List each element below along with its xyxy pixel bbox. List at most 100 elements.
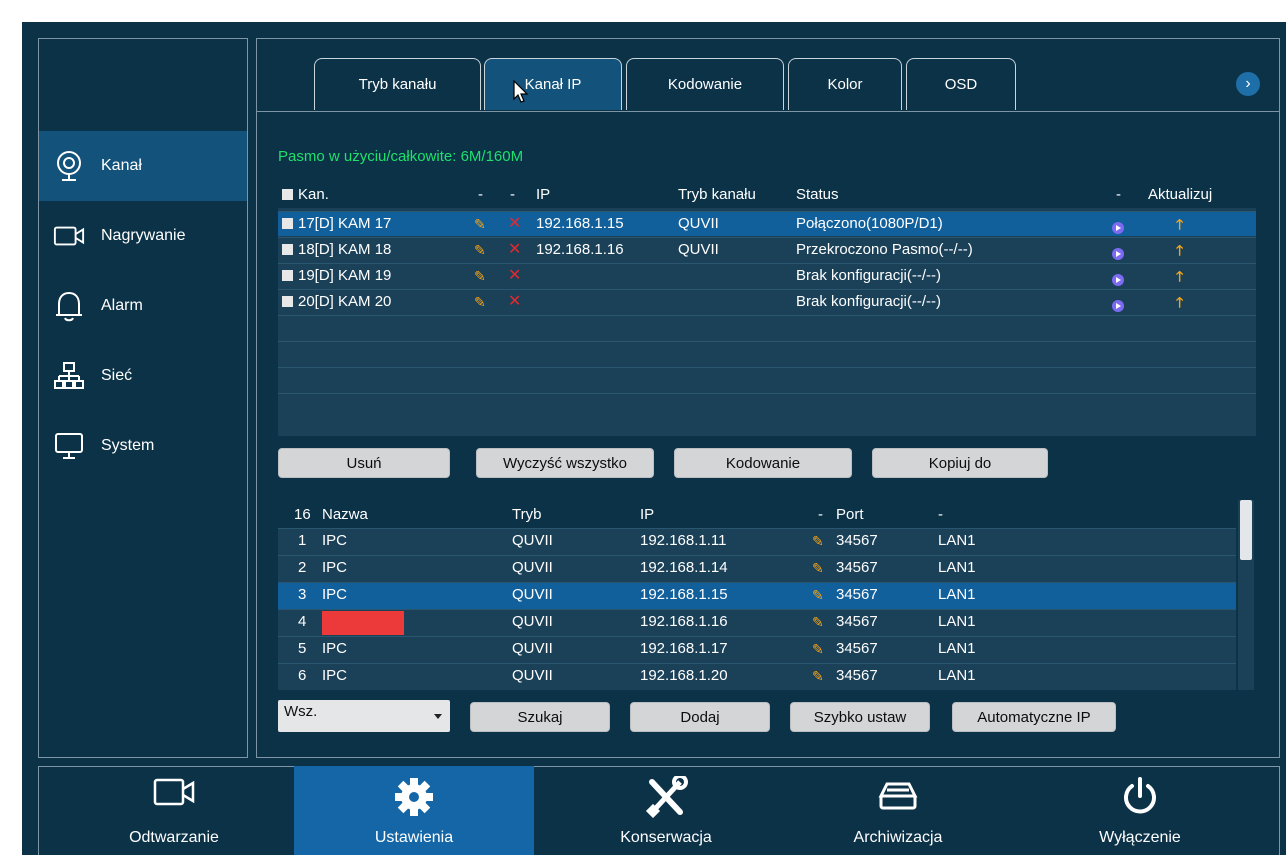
device-table: 16 Nazwa Tryb IP - Port - 1 IPC QUVII 19… xyxy=(278,500,1236,690)
monitor-icon xyxy=(53,430,85,462)
channel-status: Brak konfiguracji(--/--) xyxy=(796,267,942,284)
pencil-icon[interactable]: ✎ xyxy=(812,556,824,581)
tab-kolor[interactable]: Kolor xyxy=(788,58,902,110)
device-name: IPC xyxy=(322,532,348,549)
device-ip: 192.168.1.14 xyxy=(640,559,728,576)
device-port: 34567 xyxy=(836,613,878,630)
empty-row xyxy=(278,367,1256,392)
sidebar-item-label: Alarm xyxy=(101,297,143,314)
header-kan: Kan. xyxy=(282,183,329,207)
filter-dropdown[interactable]: Wsz. xyxy=(278,700,450,732)
mouse-cursor-icon xyxy=(513,80,529,103)
device-net: LAN1 xyxy=(938,586,976,603)
scrollbar-thumb[interactable] xyxy=(1240,500,1252,560)
video-camera-icon xyxy=(54,776,294,816)
sidebar-item-siec[interactable]: Sieć xyxy=(39,341,247,411)
copy-to-button[interactable]: Kopiuj do xyxy=(872,448,1048,478)
table-row[interactable]: 20[D] KAM 20 ✎ ✕ Brak konfiguracji(--/--… xyxy=(278,289,1256,314)
sidebar-item-system[interactable]: System xyxy=(39,411,247,481)
row-index: 5 xyxy=(298,640,307,657)
tab-tryb-kanalu[interactable]: Tryb kanału xyxy=(314,58,481,110)
update-arrow-icon[interactable]: 🡑 xyxy=(1176,290,1183,315)
drive-icon xyxy=(778,776,1018,816)
row-checkbox[interactable] xyxy=(282,270,293,281)
update-arrow-icon[interactable]: 🡑 xyxy=(1176,212,1183,237)
device-ip: 192.168.1.20 xyxy=(640,667,728,684)
header-name: Nazwa xyxy=(322,506,368,523)
delete-x-icon[interactable]: ✕ xyxy=(508,264,521,289)
bandwidth-label: Pasmo w użyciu/całkowite: 6M/160M xyxy=(278,148,524,165)
quick-setup-button[interactable]: Szybko ustaw xyxy=(790,702,930,732)
table-row[interactable]: 6 IPC QUVII 192.168.1.20 ✎ 34567 LAN1 xyxy=(278,663,1236,690)
nav-label: Wyłączenie xyxy=(1099,829,1181,846)
pencil-icon[interactable]: ✎ xyxy=(474,264,486,289)
empty-row xyxy=(278,341,1256,366)
sidebar-item-nagrywanie[interactable]: Nagrywanie xyxy=(39,201,247,271)
header-edit: - xyxy=(478,186,483,203)
add-button[interactable]: Dodaj xyxy=(630,702,770,732)
nav-playback[interactable]: Odtwarzanie xyxy=(54,766,294,855)
table-row[interactable]: 17[D] KAM 17 ✎ ✕ 192.168.1.15 QUVII Połą… xyxy=(278,211,1256,236)
pencil-icon[interactable]: ✎ xyxy=(812,610,824,635)
select-all-checkbox[interactable] xyxy=(282,189,293,200)
table-row[interactable]: 2 IPC QUVII 192.168.1.14 ✎ 34567 LAN1 xyxy=(278,555,1236,582)
delete-x-icon[interactable]: ✕ xyxy=(508,290,521,315)
sidebar-item-label: System xyxy=(101,437,155,454)
redacted-name xyxy=(322,611,404,636)
pencil-icon[interactable]: ✎ xyxy=(812,664,824,689)
pencil-icon[interactable]: ✎ xyxy=(474,290,486,315)
row-checkbox[interactable] xyxy=(282,296,293,307)
pencil-icon[interactable]: ✎ xyxy=(812,583,824,608)
table-row[interactable]: 5 IPC QUVII 192.168.1.17 ✎ 34567 LAN1 xyxy=(278,636,1236,663)
pencil-icon[interactable]: ✎ xyxy=(812,529,824,554)
delete-x-icon[interactable]: ✕ xyxy=(508,212,521,237)
device-net: LAN1 xyxy=(938,640,976,657)
nav-maintenance[interactable]: Konserwacja xyxy=(546,766,786,855)
channel-mode: QUVII xyxy=(678,241,719,258)
table-row[interactable]: 18[D] KAM 18 ✎ ✕ 192.168.1.16 QUVII Prze… xyxy=(278,237,1256,262)
update-arrow-icon[interactable]: 🡑 xyxy=(1176,238,1183,263)
sidebar-item-label: Nagrywanie xyxy=(101,227,186,244)
row-index: 1 xyxy=(298,532,307,549)
device-ip: 192.168.1.15 xyxy=(640,586,728,603)
table-row[interactable]: 19[D] KAM 19 ✎ ✕ Brak konfiguracji(--/--… xyxy=(278,263,1256,288)
pencil-icon[interactable]: ✎ xyxy=(812,637,824,662)
nav-archive[interactable]: Archiwizacja xyxy=(778,766,1018,855)
tab-kanal-ip[interactable]: Kanał IP xyxy=(484,58,622,110)
header-mode: Tryb xyxy=(512,506,542,523)
tab-osd[interactable]: OSD xyxy=(906,58,1016,110)
channel-ip: 192.168.1.16 xyxy=(536,241,624,258)
table-row[interactable]: 4 QUVII 192.168.1.16 ✎ 34567 LAN1 xyxy=(278,609,1236,636)
device-net: LAN1 xyxy=(938,667,976,684)
pencil-icon[interactable]: ✎ xyxy=(474,238,486,263)
nav-label: Archiwizacja xyxy=(853,829,943,846)
delete-x-icon[interactable]: ✕ xyxy=(508,238,521,263)
dropdown-value: Wsz. xyxy=(284,703,318,720)
row-checkbox[interactable] xyxy=(282,244,293,255)
sidebar-item-kanal[interactable]: Kanał xyxy=(39,131,247,201)
nav-settings[interactable]: Ustawienia xyxy=(294,766,534,855)
pencil-icon[interactable]: ✎ xyxy=(474,212,486,237)
search-button[interactable]: Szukaj xyxy=(470,702,610,732)
device-mode: QUVII xyxy=(512,667,553,684)
header-count: 16 xyxy=(294,506,311,523)
table-row[interactable]: 3 IPC QUVII 192.168.1.15 ✎ 34567 LAN1 xyxy=(278,582,1236,609)
auto-ip-button[interactable]: Automatyczne IP xyxy=(952,702,1116,732)
gear-icon xyxy=(294,776,534,816)
update-arrow-icon[interactable]: 🡑 xyxy=(1176,264,1183,289)
table-header: Kan. - - IP Tryb kanału Status - Aktuali… xyxy=(278,180,1256,208)
clear-all-button[interactable]: Wyczyść wszystko xyxy=(476,448,654,478)
delete-button[interactable]: Usuń xyxy=(278,448,450,478)
device-name: IPC xyxy=(322,559,348,576)
tab-kodowanie[interactable]: Kodowanie xyxy=(626,58,784,110)
header-net: - xyxy=(938,506,943,523)
sidebar-item-alarm[interactable]: Alarm xyxy=(39,271,247,341)
device-port: 34567 xyxy=(836,532,878,549)
tab-next-button[interactable]: › xyxy=(1236,72,1260,96)
row-index: 2 xyxy=(298,559,307,576)
encoding-button[interactable]: Kodowanie xyxy=(674,448,852,478)
table-row[interactable]: 1 IPC QUVII 192.168.1.11 ✎ 34567 LAN1 xyxy=(278,528,1236,555)
row-checkbox[interactable] xyxy=(282,218,293,229)
nav-shutdown[interactable]: Wyłączenie xyxy=(1020,766,1260,855)
nav-label: Ustawienia xyxy=(374,829,454,846)
